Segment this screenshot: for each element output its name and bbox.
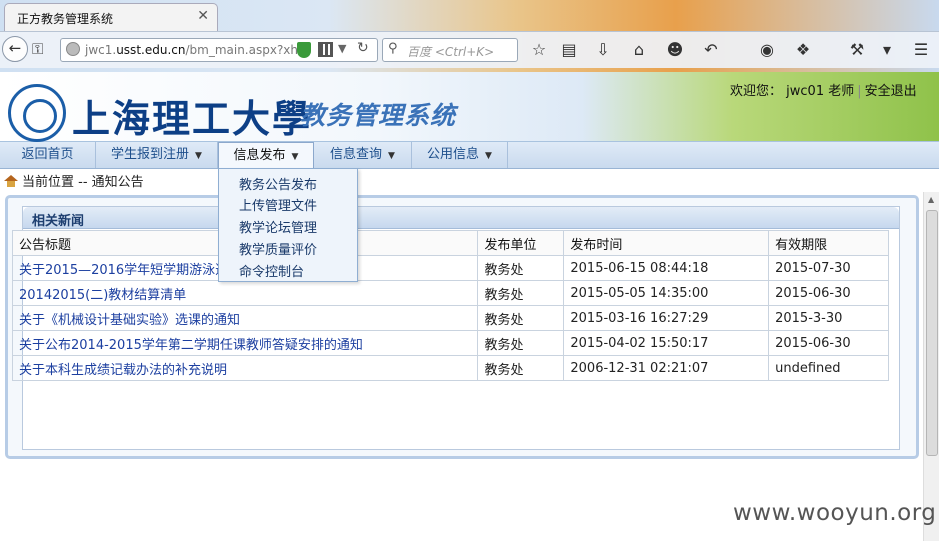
- shield-icon[interactable]: [297, 42, 311, 58]
- scroll-up-arrow-icon[interactable]: ▲: [928, 195, 934, 204]
- watermark: www.wooyun.org: [733, 500, 937, 526]
- search-placeholder: 百度 <Ctrl+K>: [407, 45, 495, 59]
- browser-navbar: ← ⚿ jwc1.usst.edu.cn/bm_main.aspx?xh= ▼ …: [0, 31, 939, 68]
- chevron-down-icon: ▼: [485, 151, 492, 161]
- chevron-down-icon[interactable]: ▼: [338, 42, 346, 55]
- scrollbar-thumb[interactable]: [926, 210, 938, 456]
- puzzle-icon[interactable]: ❖: [792, 39, 814, 61]
- notice-expire: 2015-06-30: [768, 280, 889, 306]
- notice-expire: 2015-06-30: [768, 330, 889, 356]
- browser-chrome: 正方教务管理系统 ✕ ← ⚿ jwc1.usst.edu.cn/bm_main.…: [0, 0, 939, 72]
- school-logo: [8, 84, 66, 142]
- table-row: 关于2015—2016学年短学期游泳选修课选课事宜的通知 教务处 2015-06…: [11, 255, 889, 281]
- welcome-label: 欢迎您：: [730, 84, 783, 99]
- vertical-scrollbar[interactable]: ▲: [923, 192, 939, 541]
- notice-expire: 2015-3-30: [768, 305, 889, 331]
- undo-icon[interactable]: ↶: [700, 39, 722, 61]
- notice-title-link[interactable]: 关于本科生成绩记载办法的补充说明: [11, 355, 479, 381]
- notice-title-link[interactable]: 关于公布2014-2015学年第二学期任课教师答疑安排的通知: [11, 330, 479, 356]
- dropdown-item-forum-management[interactable]: 教学论坛管理: [239, 217, 317, 238]
- qr-code-icon[interactable]: [318, 42, 333, 57]
- hamburger-menu-icon[interactable]: ☰: [910, 39, 932, 61]
- column-header-unit[interactable]: 发布单位: [477, 230, 565, 256]
- news-panel-title: 相关新闻: [32, 214, 85, 229]
- smiley-icon[interactable]: ☻: [664, 39, 686, 61]
- menu-item-info-publish[interactable]: 信息发布 ▼: [218, 142, 314, 168]
- notice-time: 2015-05-05 14:35:00: [563, 280, 770, 306]
- key-icon[interactable]: ⚿: [32, 40, 43, 58]
- logout-link[interactable]: 安全退出: [865, 84, 917, 99]
- chevron-down-icon: ▼: [291, 152, 299, 162]
- more-arrow-icon[interactable]: ▾: [876, 39, 898, 61]
- menu-item-student-registration[interactable]: 学生报到注册 ▼: [96, 142, 218, 168]
- notice-unit: 教务处: [477, 280, 565, 306]
- notice-unit: 教务处: [477, 355, 565, 381]
- notice-expire: 2015-07-30: [768, 255, 889, 281]
- notice-time: 2015-03-16 16:27:29: [563, 305, 770, 331]
- bookmark-star-icon[interactable]: ☆: [528, 39, 550, 61]
- column-header-expire[interactable]: 有效期限: [768, 230, 889, 256]
- table-row: 关于本科生成绩记载办法的补充说明 教务处 2006-12-31 02:21:07…: [11, 355, 889, 381]
- chevron-down-icon: ▼: [388, 151, 395, 161]
- breadcrumb: 当前位置 -- 通知公告: [4, 171, 144, 191]
- system-name: 教务管理系统: [300, 101, 457, 130]
- back-button[interactable]: ←: [2, 36, 28, 62]
- url-bar[interactable]: jwc1.usst.edu.cn/bm_main.aspx?xh= ▼ ↻: [60, 38, 378, 62]
- notice-title-link[interactable]: 关于《机械设计基础实验》选课的通知: [11, 305, 479, 331]
- notice-title-link[interactable]: 20142015(二)教材结算清单: [11, 280, 479, 306]
- news-panel-header: 相关新闻: [23, 207, 899, 229]
- search-icon: ⚲: [388, 41, 398, 56]
- user-name: jwc01: [786, 84, 825, 99]
- menu-item-home[interactable]: 返回首页: [0, 142, 96, 168]
- table-header-row: 公告标题 发布单位 发布时间 有效期限: [11, 230, 889, 256]
- close-tab-icon[interactable]: ✕: [197, 8, 209, 24]
- wrench-icon[interactable]: ⚒: [846, 39, 868, 61]
- main-menu: 返回首页 学生报到注册 ▼ 信息发布 ▼ 信息查询 ▼ 公用信息 ▼: [0, 142, 939, 169]
- reload-icon[interactable]: ↻: [357, 40, 369, 56]
- breadcrumb-label: 当前位置 --: [22, 175, 92, 190]
- site-banner: 上海理工大學 教务管理系统 欢迎您： jwc01 老师 | 安全退出: [0, 72, 939, 142]
- notice-time: 2006-12-31 02:21:07: [563, 355, 770, 381]
- news-panel: 相关新闻 公告标题 发布单位 发布时间 有效期限 关于2015—2016学年短学…: [5, 195, 919, 459]
- user-role: 老师: [828, 84, 855, 99]
- download-icon[interactable]: ⇩: [592, 39, 614, 61]
- dropdown-item-quality-evaluation[interactable]: 教学质量评价: [239, 239, 317, 260]
- breadcrumb-current: 通知公告: [91, 175, 144, 190]
- browser-tab[interactable]: 正方教务管理系统 ✕: [4, 3, 218, 31]
- table-row: 关于《机械设计基础实验》选课的通知 教务处 2015-03-16 16:27:2…: [11, 305, 889, 331]
- menu-item-public-info[interactable]: 公用信息 ▼: [412, 142, 508, 168]
- table-row: 关于公布2014-2015学年第二学期任课教师答疑安排的通知 教务处 2015-…: [11, 330, 889, 356]
- news-table: 公告标题 发布单位 发布时间 有效期限 关于2015—2016学年短学期游泳选修…: [11, 230, 889, 381]
- home-button-icon[interactable]: ⌂: [628, 39, 650, 61]
- chevron-down-icon: ▼: [195, 151, 202, 161]
- column-header-time[interactable]: 发布时间: [563, 230, 770, 256]
- notice-time: 2015-04-02 15:50:17: [563, 330, 770, 356]
- chat-icon[interactable]: ◉: [756, 39, 778, 61]
- table-row: 20142015(二)教材结算清单 教务处 2015-05-05 14:35:0…: [11, 280, 889, 306]
- search-box[interactable]: ⚲ 百度 <Ctrl+K>: [382, 38, 518, 62]
- notice-expire: undefined: [768, 355, 889, 381]
- web-page: 上海理工大學 教务管理系统 欢迎您： jwc01 老师 | 安全退出 返回首页 学生…: [0, 72, 939, 541]
- dropdown-item-upload-files[interactable]: 上传管理文件: [239, 195, 317, 216]
- globe-icon: [66, 42, 80, 56]
- reader-icon[interactable]: ▤: [558, 39, 580, 61]
- dropdown-item-command-console[interactable]: 命令控制台: [239, 261, 304, 282]
- notice-time: 2015-06-15 08:44:18: [563, 255, 770, 281]
- url-text: jwc1.usst.edu.cn/bm_main.aspx?xh=: [85, 43, 309, 57]
- notice-unit: 教务处: [477, 330, 565, 356]
- info-publish-dropdown: 教务公告发布 上传管理文件 教学论坛管理 教学质量评价 命令控制台: [218, 168, 358, 282]
- welcome-bar: 欢迎您： jwc01 老师 | 安全退出: [730, 84, 917, 99]
- tab-title: 正方教务管理系统: [17, 12, 114, 26]
- notice-unit: 教务处: [477, 255, 565, 281]
- menu-item-info-query[interactable]: 信息查询 ▼: [314, 142, 412, 168]
- home-icon: [4, 175, 18, 187]
- school-name: 上海理工大學: [72, 96, 313, 141]
- notice-unit: 教务处: [477, 305, 565, 331]
- dropdown-item-publish-notice[interactable]: 教务公告发布: [239, 174, 317, 195]
